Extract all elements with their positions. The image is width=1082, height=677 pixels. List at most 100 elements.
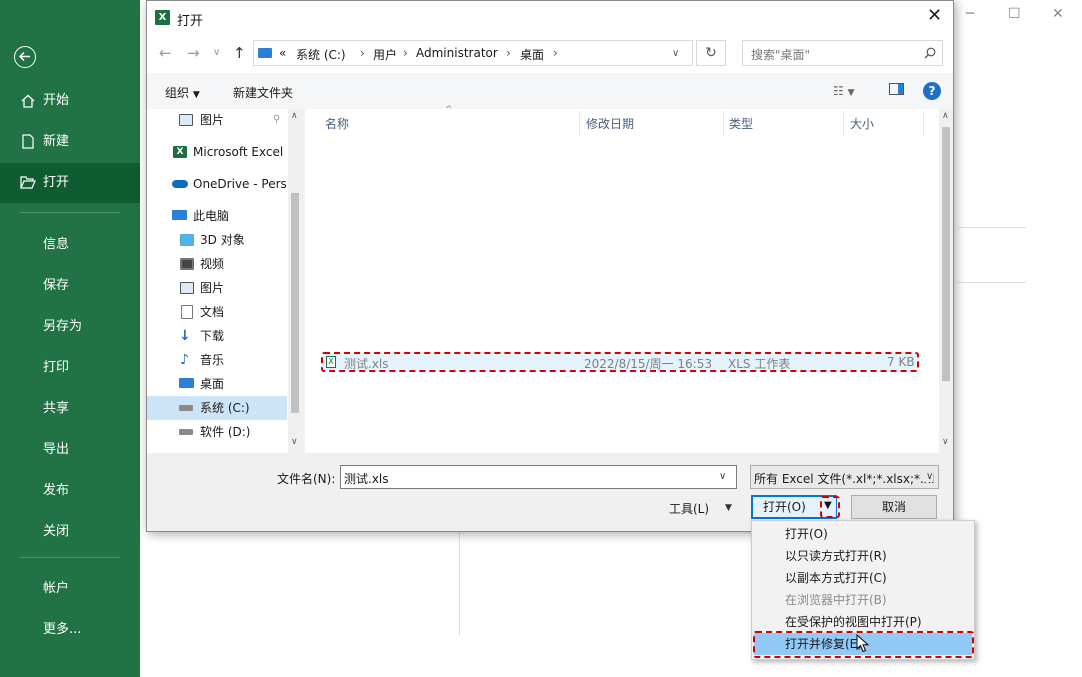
column-header-date[interactable]: 修改日期 — [586, 115, 634, 132]
nav-item-pictures[interactable]: 图片 — [147, 276, 287, 300]
chevron-right-icon[interactable]: › — [403, 46, 408, 60]
column-separator — [579, 111, 580, 135]
menu-item-label: 在受保护的视图中打开(P) — [785, 615, 922, 629]
organize-button[interactable]: 组织 ▼ — [165, 84, 200, 101]
sidebar-item-share[interactable]: 共享 — [43, 397, 69, 416]
file-list-scrollbar[interactable]: ∧ ∨ — [939, 109, 953, 453]
chevron-right-icon[interactable]: › — [553, 46, 558, 60]
nav-item-videos[interactable]: 视频 — [147, 252, 287, 276]
folder-open-icon — [20, 163, 36, 206]
breadcrumb-item[interactable]: 桌面 — [520, 46, 544, 63]
scroll-thumb[interactable] — [291, 193, 299, 413]
nav-item-onedrive[interactable]: OneDrive - Perso — [147, 172, 287, 196]
nav-item-this-pc[interactable]: 此电脑 — [147, 204, 287, 228]
address-bar[interactable]: « 系统 (C:) › 用户 › Administrator › 桌面 › ∨ — [253, 40, 693, 66]
scroll-thumb[interactable] — [942, 127, 950, 381]
view-options-icon[interactable]: ☷ ▼ — [833, 84, 855, 98]
back-arrow-icon[interactable] — [14, 46, 36, 68]
nav-item-label: 此电脑 — [193, 209, 230, 223]
tools-dropdown-icon[interactable]: ▼ — [725, 503, 732, 513]
dialog-toolbar: 组织 ▼ 新建文件夹 ☷ ▼ ? — [147, 73, 953, 109]
file-type-filter[interactable]: 所有 Excel 文件(*.xl*;*.xlsx;*.xl ∨ — [750, 465, 939, 489]
tools-button[interactable]: 工具(L) — [669, 500, 709, 517]
highlight-frame-open-arrow — [820, 496, 840, 518]
sidebar-item-info[interactable]: 信息 — [43, 233, 69, 252]
dialog-close-icon[interactable]: ✕ — [927, 5, 942, 26]
scroll-up-icon[interactable]: ∧ — [942, 111, 949, 121]
filename-input[interactable]: 测试.xls ∨ — [340, 465, 737, 489]
forward-icon[interactable]: → — [187, 44, 200, 62]
sidebar-item-open[interactable]: 打开 — [0, 163, 140, 203]
download-icon: ↓ — [179, 328, 191, 344]
column-header-type[interactable]: 类型 — [729, 115, 753, 132]
organize-label: 组织 — [165, 86, 190, 100]
nav-item-3d-objects[interactable]: 3D 对象 — [147, 228, 287, 252]
open-button-label: 打开(O) — [763, 500, 806, 514]
nav-item-label: 音乐 — [200, 353, 225, 367]
navigation-row: ← → ∨ ↑ « 系统 (C:) › 用户 › Administrator ›… — [147, 35, 953, 73]
nav-item-music[interactable]: ♪ 音乐 — [147, 348, 287, 372]
desktop-icon — [179, 378, 194, 388]
nav-item-downloads[interactable]: ↓ 下载 — [147, 324, 287, 348]
computer-icon — [172, 210, 187, 220]
menu-item-open-read-only[interactable]: 以只读方式打开(R) — [752, 545, 974, 567]
breadcrumb-overflow[interactable]: « — [279, 46, 286, 60]
sidebar-item-account[interactable]: 帐户 — [43, 577, 69, 596]
menu-item-open-protected-view[interactable]: 在受保护的视图中打开(P) — [752, 611, 974, 633]
sidebar-item-new[interactable]: 新建 — [0, 122, 140, 162]
up-icon[interactable]: ↑ — [233, 44, 246, 62]
nav-item-label: 下载 — [200, 329, 225, 343]
picture-icon — [180, 282, 194, 294]
chevron-down-icon[interactable]: ∨ — [923, 471, 934, 482]
window-close-icon[interactable]: ✕ — [1052, 6, 1064, 22]
home-icon — [20, 81, 36, 125]
help-icon[interactable]: ? — [923, 82, 941, 100]
search-icon — [924, 47, 936, 59]
scroll-down-icon[interactable]: ∨ — [942, 437, 949, 447]
menu-item-open-copy[interactable]: 以副本方式打开(C) — [752, 567, 974, 589]
background-divider — [958, 227, 1026, 228]
chevron-down-icon[interactable]: ∨ — [672, 48, 679, 59]
refresh-icon[interactable]: ↻ — [696, 40, 726, 66]
column-header-name[interactable]: 名称 — [325, 115, 349, 132]
nav-item-excel[interactable]: X Microsoft Excel — [147, 140, 287, 164]
menu-item-open[interactable]: 打开(O) — [752, 523, 974, 545]
pin-icon[interactable]: ⚲ — [273, 108, 280, 132]
scroll-down-icon[interactable]: ∨ — [291, 437, 298, 447]
sidebar-item-close[interactable]: 关闭 — [43, 520, 69, 539]
nav-item-drive-d[interactable]: 软件 (D:) — [147, 420, 287, 444]
breadcrumb-item[interactable]: Administrator — [416, 46, 498, 60]
nav-scrollbar[interactable]: ∧ ∨ — [288, 109, 302, 453]
minimize-icon[interactable]: ─ — [966, 6, 974, 22]
nav-item-desktop[interactable]: 桌面 — [147, 372, 287, 396]
back-icon[interactable]: ← — [159, 44, 172, 62]
new-folder-button[interactable]: 新建文件夹 — [233, 84, 293, 101]
nav-item-label: Microsoft Excel — [193, 145, 284, 159]
sidebar-item-save-as[interactable]: 另存为 — [43, 315, 82, 334]
sidebar-item-print[interactable]: 打印 — [43, 356, 69, 375]
column-header-size[interactable]: 大小 — [850, 115, 874, 132]
sidebar-item-save[interactable]: 保存 — [43, 274, 69, 293]
menu-item-label: 以副本方式打开(C) — [785, 571, 887, 585]
recent-locations-icon[interactable]: ∨ — [213, 47, 220, 58]
sidebar-item-home[interactable]: 开始 — [0, 81, 140, 121]
nav-item-documents[interactable]: 文档 — [147, 300, 287, 324]
nav-item-pictures-quick[interactable]: 图片 ⚲ — [147, 108, 287, 132]
chevron-right-icon[interactable]: › — [360, 46, 365, 60]
nav-item-drive-c[interactable]: 系统 (C:) — [147, 396, 287, 420]
sidebar-item-export[interactable]: 导出 — [43, 438, 69, 457]
scroll-up-icon[interactable]: ∧ — [291, 111, 298, 121]
new-doc-icon — [20, 122, 36, 166]
chevron-down-icon[interactable]: ∨ — [719, 471, 726, 482]
breadcrumb-item[interactable]: 系统 (C:) — [296, 46, 346, 63]
chevron-right-icon[interactable]: › — [506, 46, 511, 60]
sidebar-divider — [20, 557, 120, 558]
menu-item-open-in-browser: 在浏览器中打开(B) — [752, 589, 974, 611]
preview-pane-icon[interactable] — [889, 83, 904, 98]
search-input[interactable]: 搜索"桌面" — [742, 40, 943, 66]
breadcrumb-item[interactable]: 用户 — [373, 46, 397, 63]
sidebar-item-publish[interactable]: 发布 — [43, 479, 69, 498]
cancel-button[interactable]: 取消 — [851, 495, 937, 519]
sidebar-item-more[interactable]: 更多... — [43, 618, 81, 637]
maximize-icon[interactable]: ☐ — [1008, 6, 1021, 22]
